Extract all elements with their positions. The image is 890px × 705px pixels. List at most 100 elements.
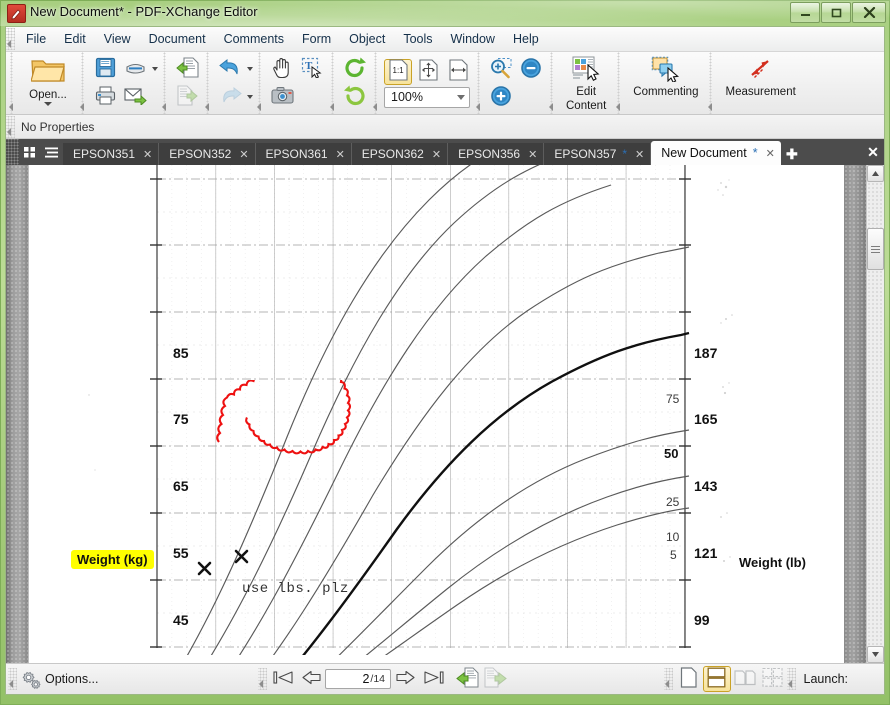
undo-dropdown-caret[interactable] [247, 67, 253, 71]
tab-close-icon[interactable]: ✕ [528, 148, 537, 161]
edit-content-button[interactable]: Edit Content [560, 52, 612, 114]
print-button[interactable] [91, 84, 119, 110]
redo-button[interactable] [216, 84, 244, 110]
vertical-scrollbar[interactable] [866, 165, 884, 663]
status-launch-grip[interactable] [786, 668, 796, 690]
new-tab-plus-icon[interactable]: ✚ [781, 143, 803, 165]
status-options-grip[interactable] [8, 668, 17, 690]
tab-close-icon[interactable]: ✕ [143, 148, 152, 161]
menu-window[interactable]: Window [442, 29, 504, 49]
snapshot-button[interactable] [268, 84, 296, 110]
maximize-icon[interactable] [821, 2, 851, 23]
next-view-button[interactable] [481, 666, 509, 692]
tab-epson357[interactable]: EPSON357 * ✕ [544, 143, 652, 165]
hand-tool-button[interactable] [268, 56, 296, 82]
open-button[interactable]: Open... [20, 52, 76, 114]
commenting-button[interactable]: Commenting [627, 52, 704, 114]
redo-dropdown-caret[interactable] [247, 95, 253, 99]
scroll-down-button[interactable] [867, 646, 884, 663]
menu-comments[interactable]: Comments [215, 29, 293, 49]
close-all-tabs-icon[interactable]: ✕ [862, 139, 884, 165]
yaxis-lb-tick-143: 143 [694, 478, 718, 494]
tab-close-icon[interactable]: ✕ [336, 148, 345, 161]
tab-new-document[interactable]: New Document * ✕ [651, 141, 781, 165]
tab-epson356[interactable]: EPSON356 ✕ [448, 143, 545, 165]
toolbar-grip-editcontent[interactable] [548, 52, 557, 114]
first-page-button[interactable] [269, 666, 297, 692]
pdf-page[interactable]: 85 75 65 55 45 35 25 15 187 165 143 121 … [28, 165, 844, 663]
tab-epson351[interactable]: EPSON351 ✕ [63, 143, 160, 165]
page-number-input[interactable]: 2 /14 [325, 669, 392, 689]
marquee-zoom-button[interactable] [487, 56, 515, 82]
scrollbar-track[interactable] [867, 182, 884, 646]
tab-epson352[interactable]: EPSON352 ✕ [159, 143, 256, 165]
gear-options-icon[interactable] [19, 669, 43, 690]
rotate-cw-button[interactable] [341, 84, 369, 110]
toolbar-grip-commenting[interactable] [615, 52, 625, 114]
close-icon[interactable] [852, 2, 886, 23]
status-viewmode-grip[interactable] [663, 668, 673, 690]
open-dropdown-caret[interactable] [44, 102, 52, 106]
select-text-button[interactable]: T [298, 56, 326, 82]
menu-help[interactable]: Help [504, 29, 548, 49]
undo-button[interactable] [216, 56, 244, 82]
cloud-annotation[interactable] [210, 380, 360, 500]
properties-grip[interactable] [6, 115, 15, 138]
tab-grid-view-icon[interactable] [19, 141, 41, 163]
toolbar-grip-file[interactable] [8, 52, 17, 114]
highlight-annotation-weight-kg[interactable]: Weight (kg) [71, 550, 154, 569]
status-nav-grip[interactable] [258, 668, 268, 690]
tab-bar-grip[interactable] [6, 139, 19, 165]
export-button[interactable] [173, 84, 201, 110]
minimize-icon[interactable] [790, 2, 820, 23]
options-label[interactable]: Options... [45, 672, 99, 686]
toolbar-grip-rotate[interactable] [329, 52, 338, 114]
tab-close-icon[interactable]: ✕ [432, 148, 441, 161]
menu-edit[interactable]: Edit [55, 29, 95, 49]
last-page-button[interactable] [419, 666, 447, 692]
two-page-view-button[interactable] [731, 666, 759, 692]
scrollbar-thumb[interactable] [867, 228, 884, 270]
continuous-scroll-view-button[interactable] [702, 666, 731, 692]
menu-document[interactable]: Document [140, 29, 215, 49]
single-page-view-button[interactable] [675, 666, 703, 692]
fit-page-button[interactable] [414, 59, 442, 85]
previous-view-button[interactable] [453, 666, 481, 692]
toolbar-grip-tools[interactable] [256, 52, 265, 114]
menu-tools[interactable]: Tools [394, 29, 441, 49]
rotate-ccw-button[interactable] [341, 56, 369, 82]
tab-close-icon[interactable]: ✕ [635, 148, 644, 161]
actual-size-button[interactable]: 1:1 [384, 58, 412, 85]
tab-epson361[interactable]: EPSON361 ✕ [255, 143, 352, 165]
zoom-in-button[interactable] [487, 84, 515, 110]
tab-close-icon[interactable]: ✕ [766, 147, 775, 160]
zoom-out-button[interactable] [517, 56, 545, 82]
next-page-button[interactable] [391, 666, 419, 692]
toolbar-grip-zoompreset[interactable] [372, 52, 381, 114]
toolbar-grip-save[interactable] [79, 52, 88, 114]
save-button[interactable] [91, 56, 119, 82]
menu-grip[interactable] [6, 28, 15, 50]
import-button[interactable] [173, 56, 201, 82]
toolbar-grip-measurement[interactable] [707, 52, 717, 114]
menu-file[interactable]: File [17, 29, 55, 49]
fit-width-button[interactable] [444, 59, 472, 85]
scan-dropdown-caret[interactable] [152, 67, 158, 71]
menu-form[interactable]: Form [293, 29, 340, 49]
zoom-level-select[interactable]: 100% [384, 86, 470, 108]
tab-list-view-icon[interactable] [41, 141, 63, 163]
menu-view[interactable]: View [95, 29, 140, 49]
scan-button[interactable] [121, 56, 149, 82]
tab-epson362[interactable]: EPSON362 ✕ [351, 143, 449, 165]
scroll-up-button[interactable] [867, 165, 884, 182]
previous-page-button[interactable] [297, 666, 325, 692]
email-button[interactable] [121, 84, 149, 110]
toolbar-grip-undo[interactable] [204, 52, 213, 114]
menu-object[interactable]: Object [340, 29, 394, 49]
toolbar-grip-zoom[interactable] [475, 52, 484, 114]
measurement-button[interactable]: Measurement [719, 52, 801, 114]
tab-close-icon[interactable]: ✕ [239, 148, 248, 161]
four-page-view-button[interactable] [759, 666, 787, 692]
toolbar-grip-portfolio[interactable] [161, 52, 170, 114]
